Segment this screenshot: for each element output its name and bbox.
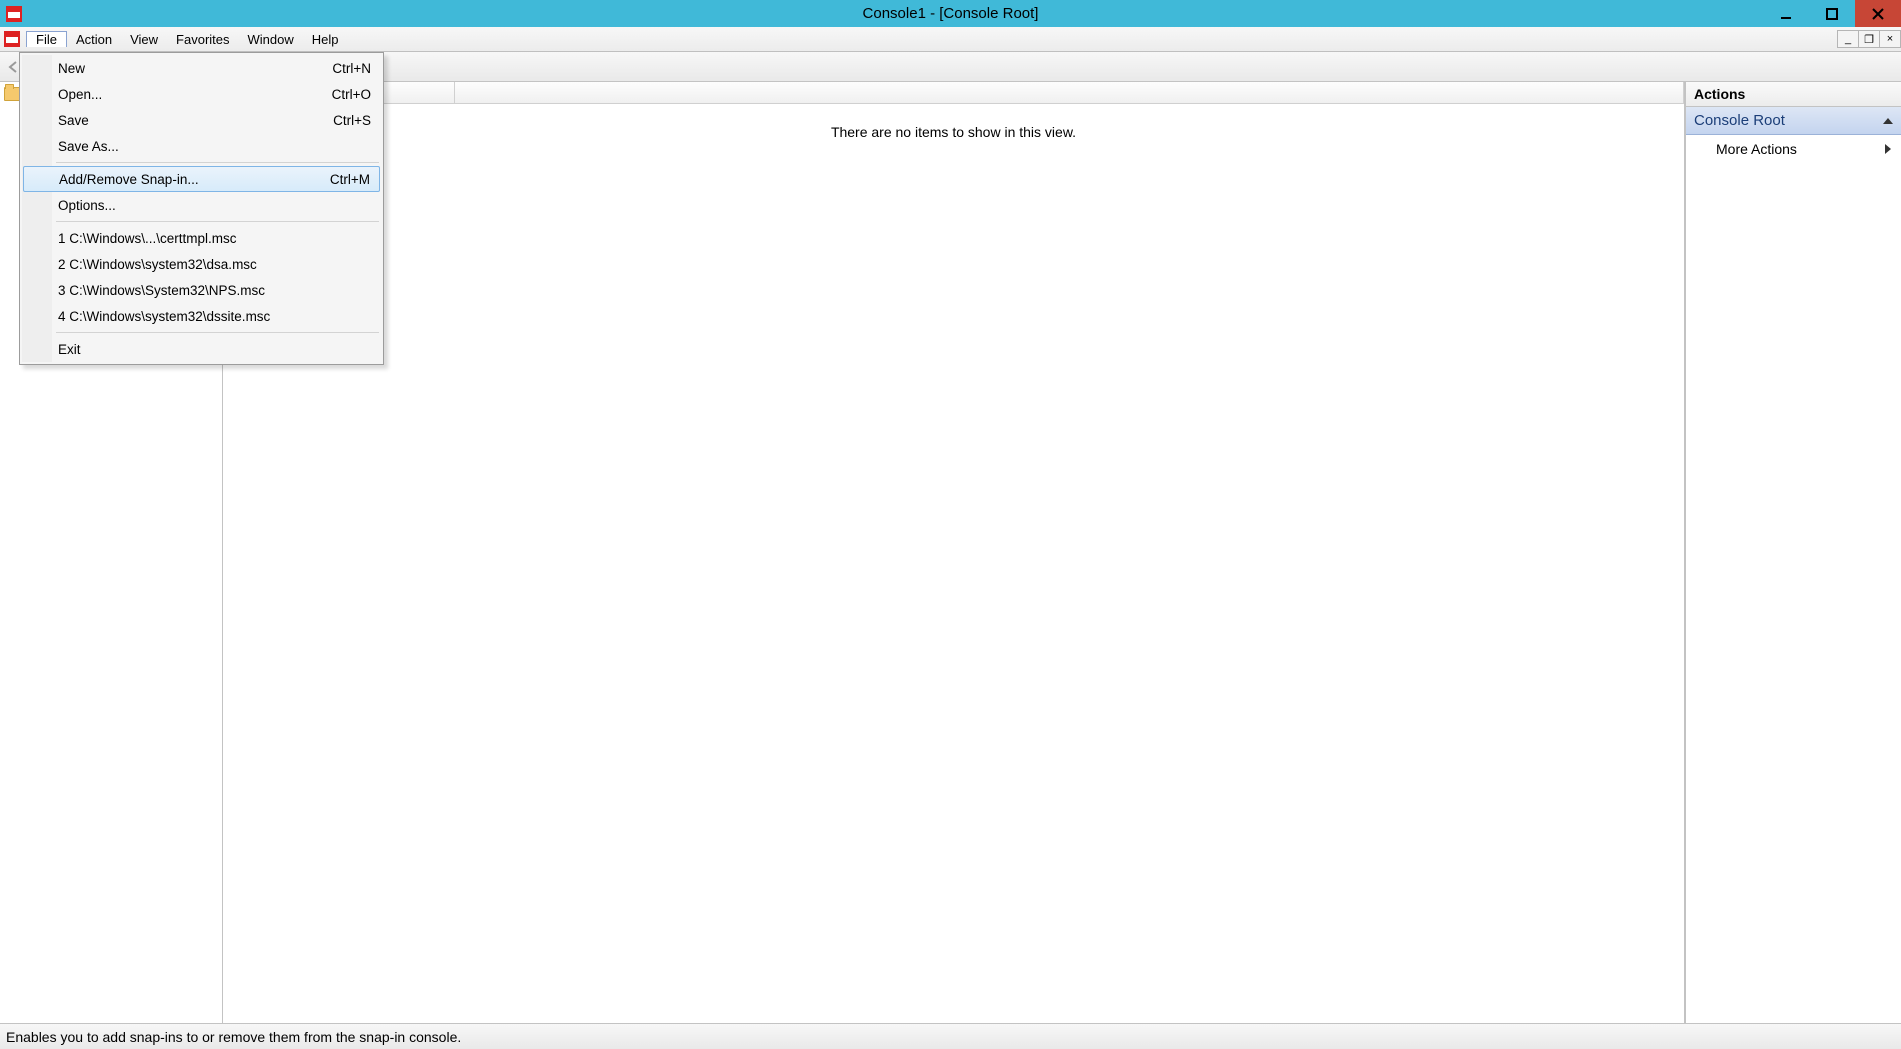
menu-file-label: File	[36, 32, 57, 47]
menu-file[interactable]: File	[26, 31, 67, 47]
file-menu-add-remove-shortcut: Ctrl+M	[330, 172, 370, 187]
list-header	[223, 82, 1684, 104]
close-button[interactable]	[1855, 0, 1901, 27]
menu-favorites[interactable]: Favorites	[167, 32, 238, 47]
actions-section-label: Console Root	[1694, 112, 1785, 129]
maximize-icon	[1826, 8, 1838, 20]
file-menu-new[interactable]: New Ctrl+N	[22, 55, 381, 81]
file-menu-recent-3[interactable]: 3 C:\Windows\System32\NPS.msc	[22, 277, 381, 303]
file-menu-recent-4[interactable]: 4 C:\Windows\system32\dssite.msc	[22, 303, 381, 329]
file-menu-options-label: Options...	[58, 198, 116, 213]
close-icon	[1872, 8, 1884, 20]
file-menu-new-shortcut: Ctrl+N	[332, 61, 371, 76]
maximize-button[interactable]	[1809, 0, 1855, 27]
minimize-icon	[1780, 8, 1792, 20]
actions-pane: Actions Console Root More Actions	[1685, 82, 1901, 1023]
file-menu-save-label: Save	[58, 113, 89, 128]
mdi-controls: _ ❐ ×	[1838, 27, 1901, 51]
submenu-arrow-icon	[1885, 144, 1891, 154]
mdi-close-button[interactable]: ×	[1879, 30, 1901, 48]
more-actions-link[interactable]: More Actions	[1686, 135, 1901, 163]
file-menu-open[interactable]: Open... Ctrl+O	[22, 81, 381, 107]
file-menu-open-shortcut: Ctrl+O	[332, 87, 371, 102]
console-icon	[4, 31, 20, 47]
menu-help[interactable]: Help	[303, 32, 348, 47]
file-menu-save-as[interactable]: Save As...	[22, 133, 381, 159]
file-menu-recent-1[interactable]: 1 C:\Windows\...\certtmpl.msc	[22, 225, 381, 251]
window-controls	[1763, 0, 1901, 27]
list-body: There are no items to show in this view.	[223, 104, 1684, 1023]
actions-pane-header: Actions	[1686, 82, 1901, 107]
menu-help-label: Help	[312, 32, 339, 47]
menu-action-label: Action	[76, 32, 112, 47]
file-menu-recent-2[interactable]: 2 C:\Windows\system32\dsa.msc	[22, 251, 381, 277]
menu-separator	[56, 162, 379, 163]
empty-list-message: There are no items to show in this view.	[831, 124, 1076, 140]
column-header-spacer	[455, 82, 1684, 104]
collapse-icon	[1883, 118, 1893, 124]
menu-window[interactable]: Window	[239, 32, 303, 47]
file-menu-exit[interactable]: Exit	[22, 336, 381, 362]
menu-view-label: View	[130, 32, 158, 47]
folder-icon	[4, 87, 20, 101]
menubar: File Action View Favorites Window Help _…	[0, 27, 1901, 52]
menu-favorites-label: Favorites	[176, 32, 229, 47]
actions-section-title[interactable]: Console Root	[1686, 107, 1901, 135]
menu-window-label: Window	[248, 32, 294, 47]
file-menu-new-label: New	[58, 61, 85, 76]
statusbar-text: Enables you to add snap-ins to or remove…	[6, 1029, 461, 1045]
menu-separator	[56, 221, 379, 222]
file-menu-save-as-label: Save As...	[58, 139, 119, 154]
file-menu-open-label: Open...	[58, 87, 102, 102]
file-menu-recent-1-label: 1 C:\Windows\...\certtmpl.msc	[58, 231, 237, 246]
list-pane: There are no items to show in this view.	[223, 82, 1685, 1023]
menu-action[interactable]: Action	[67, 32, 121, 47]
titlebar: Console1 - [Console Root]	[0, 0, 1901, 27]
more-actions-label: More Actions	[1716, 141, 1797, 157]
file-menu-save[interactable]: Save Ctrl+S	[22, 107, 381, 133]
statusbar: Enables you to add snap-ins to or remove…	[0, 1023, 1901, 1049]
minimize-button[interactable]	[1763, 0, 1809, 27]
file-menu-add-remove-snapin[interactable]: Add/Remove Snap-in... Ctrl+M	[23, 166, 380, 192]
file-menu-exit-label: Exit	[58, 342, 81, 357]
menu-view[interactable]: View	[121, 32, 167, 47]
mdi-minimize-button[interactable]: _	[1837, 30, 1859, 48]
file-menu-dropdown: New Ctrl+N Open... Ctrl+O Save Ctrl+S Sa…	[19, 52, 384, 365]
mdi-restore-button[interactable]: ❐	[1858, 30, 1880, 48]
window-title: Console1 - [Console Root]	[863, 5, 1039, 22]
file-menu-recent-3-label: 3 C:\Windows\System32\NPS.msc	[58, 283, 265, 298]
file-menu-options[interactable]: Options...	[22, 192, 381, 218]
file-menu-recent-2-label: 2 C:\Windows\system32\dsa.msc	[58, 257, 257, 272]
file-menu-add-remove-label: Add/Remove Snap-in...	[59, 172, 199, 187]
app-icon	[6, 6, 22, 22]
file-menu-save-shortcut: Ctrl+S	[333, 113, 371, 128]
file-menu-recent-4-label: 4 C:\Windows\system32\dssite.msc	[58, 309, 270, 324]
menu-separator	[56, 332, 379, 333]
